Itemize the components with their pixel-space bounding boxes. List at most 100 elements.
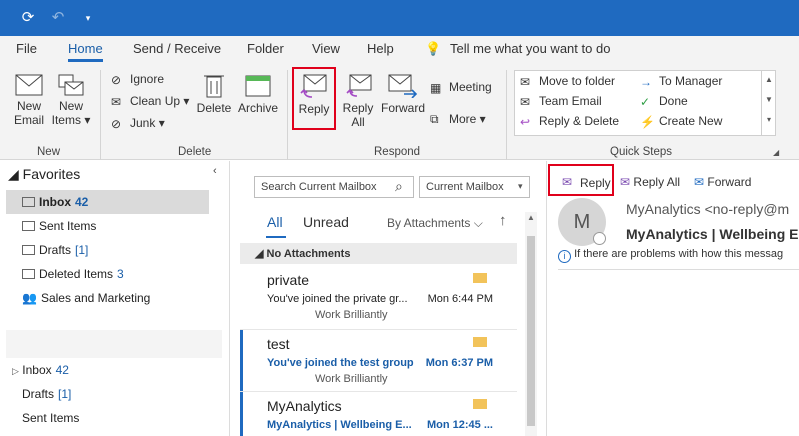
dialog-launcher-icon[interactable]: ◢ <box>773 148 779 157</box>
group-header[interactable]: ◢ No Attachments <box>240 243 517 264</box>
ignore-label: Ignore <box>130 72 165 86</box>
tab-view[interactable]: View <box>312 41 340 56</box>
search-scope-dropdown[interactable]: Current Mailbox ▾ <box>419 176 530 198</box>
quick-step-done[interactable]: ✓ Done <box>640 94 688 109</box>
favorites-header[interactable]: ◢ Favorites <box>8 166 80 183</box>
search-placeholder: Search Current Mailbox <box>261 181 377 193</box>
folder-deleted-label: Deleted Items <box>39 267 114 281</box>
move-to-folder-label: Move to folder <box>539 74 616 88</box>
forward-inline-button[interactable]: ✉ Forward <box>694 175 751 189</box>
account-drafts[interactable]: Drafts [1] <box>22 387 71 401</box>
reply-inline-label: Reply <box>580 176 611 190</box>
new-items-icon <box>58 74 84 96</box>
new-email-label-1: New <box>16 99 41 113</box>
message-item[interactable]: MyAnalytics MyAnalytics | Wellbeing E...… <box>240 392 517 436</box>
delete-button[interactable]: Delete <box>194 72 234 115</box>
group-delete-label: Delete <box>178 146 212 158</box>
archive-icon <box>245 75 271 97</box>
archive-button[interactable]: Archive <box>236 72 280 115</box>
reply-inline-button[interactable]: ✉ Reply <box>548 164 614 196</box>
more-button[interactable]: ⧉ More ▾ <box>430 112 486 127</box>
junk-label: Junk <box>130 116 156 130</box>
clean-up-button[interactable]: ✉ Clean Up ▾ <box>111 94 189 109</box>
filter-unread[interactable]: Unread <box>303 214 349 230</box>
message-item[interactable]: test You've joined the test group Mon 6:… <box>240 330 517 392</box>
account-header[interactable] <box>6 330 222 358</box>
ribbon: New Email New Items ▾ New ⊘ Ignore ✉ Clean… <box>0 64 799 160</box>
forward-button[interactable]: Forward <box>380 74 426 115</box>
folder-inbox[interactable]: Inbox 42 <box>22 195 88 209</box>
envelope-icon <box>473 399 487 409</box>
reply-all-button[interactable]: Reply All <box>338 74 378 129</box>
info-bar[interactable]: i If there are problems with how this me… <box>558 248 799 270</box>
message-sender: private <box>267 272 310 288</box>
folder-drafts-count: [1] <box>75 243 89 257</box>
meeting-button[interactable]: ▦ Meeting <box>430 80 492 95</box>
message-item[interactable]: private You've joined the private gr... … <box>240 266 517 328</box>
search-box[interactable]: Search Current Mailbox ⌕ <box>254 176 414 198</box>
folder-sent-items[interactable]: Sent Items <box>22 219 96 233</box>
checkmark-icon: ✓ <box>640 94 651 109</box>
calendar-icon: ▦ <box>430 80 442 95</box>
move-folder-icon: ✉ <box>520 74 531 89</box>
new-email-button[interactable]: New Email <box>8 74 50 127</box>
new-items-label-2: Items ▾ <box>51 113 91 127</box>
group-header-label: ◢ No Attachments <box>255 248 351 260</box>
tell-me-box[interactable]: Tell me what you want to do <box>450 41 610 56</box>
message-preview: Work Brilliantly <box>315 309 388 321</box>
sort-by-dropdown[interactable]: By Attachments ⌵ <box>387 216 483 231</box>
quick-step-to-manager[interactable]: → To Manager <box>640 74 722 89</box>
tab-file[interactable]: File <box>16 41 37 56</box>
tab-home[interactable]: Home <box>68 41 103 62</box>
message-preview: Work Brilliantly <box>315 373 388 385</box>
search-icon[interactable]: ⌕ <box>395 178 403 195</box>
filter-all[interactable]: All <box>267 214 283 230</box>
divider <box>287 70 288 160</box>
folder-icon <box>22 269 35 279</box>
sync-icon[interactable]: ⟳ <box>18 8 38 28</box>
folder-sales-marketing[interactable]: 👥 Sales and Marketing <box>22 291 150 305</box>
arrow-right-icon: → <box>640 74 652 89</box>
message-date: Mon 6:44 PM <box>427 293 493 305</box>
forward-inline-label: Forward <box>707 175 752 189</box>
new-items-button[interactable]: New Items ▾ <box>50 74 92 127</box>
archive-label: Archive <box>237 101 278 115</box>
tab-folder[interactable]: Folder <box>247 41 284 56</box>
forward-icon <box>388 74 418 99</box>
ignore-button[interactable]: ⊘ Ignore <box>111 72 164 87</box>
ribbon-tabs: File Home Send / Receive Folder View Hel… <box>0 36 799 64</box>
favorites-label: Favorites <box>22 166 81 182</box>
tab-send-receive[interactable]: Send / Receive <box>133 41 221 56</box>
quick-steps-scroll[interactable]: ▲ ▼ ▾ <box>761 70 776 136</box>
account-inbox[interactable]: ▷ Inbox 42 <box>12 363 69 377</box>
ignore-icon: ⊘ <box>111 72 122 87</box>
reply-button[interactable]: Reply <box>292 67 336 130</box>
account-sent-items[interactable]: Sent Items <box>22 411 79 425</box>
quick-step-reply-delete[interactable]: ↩ Reply & Delete <box>520 114 619 129</box>
junk-button[interactable]: ⊘ Junk ▾ <box>111 116 165 131</box>
more-label: More <box>449 112 477 126</box>
folder-drafts[interactable]: Drafts [1] <box>22 243 88 257</box>
sort-by-label: By Attachments <box>387 216 471 230</box>
envelope-icon <box>473 273 487 283</box>
folder-deleted-items[interactable]: Deleted Items 3 <box>22 267 124 281</box>
scrollbar-thumb[interactable] <box>527 236 535 426</box>
quick-step-team-email[interactable]: ✉ Team Email <box>520 94 602 109</box>
customize-toolbar-icon[interactable]: ▾ <box>78 8 98 28</box>
message-list-scrollbar[interactable]: ▲ <box>525 212 537 436</box>
forward-label: Forward <box>380 101 425 115</box>
group-icon: 👥 <box>22 291 37 305</box>
reply-all-icon: ✉ <box>620 175 631 189</box>
reply-all-inline-button[interactable]: ✉ Reply All <box>620 175 680 189</box>
folder-deleted-count: 3 <box>117 267 124 281</box>
quick-step-move-to-folder[interactable]: ✉ Move to folder <box>520 74 615 89</box>
undo-icon[interactable]: ↶ <box>48 8 68 28</box>
info-icon: i <box>558 250 571 263</box>
reply-all-label-1: Reply <box>342 101 374 115</box>
tab-help[interactable]: Help <box>367 41 394 56</box>
quick-step-create-new[interactable]: ⚡ Create New <box>640 114 722 129</box>
scroll-up-icon[interactable]: ▲ <box>527 213 535 222</box>
done-label: Done <box>659 94 688 108</box>
collapse-pane-icon[interactable]: ‹ <box>213 165 217 177</box>
sort-direction-icon[interactable]: ↑ <box>499 212 507 229</box>
